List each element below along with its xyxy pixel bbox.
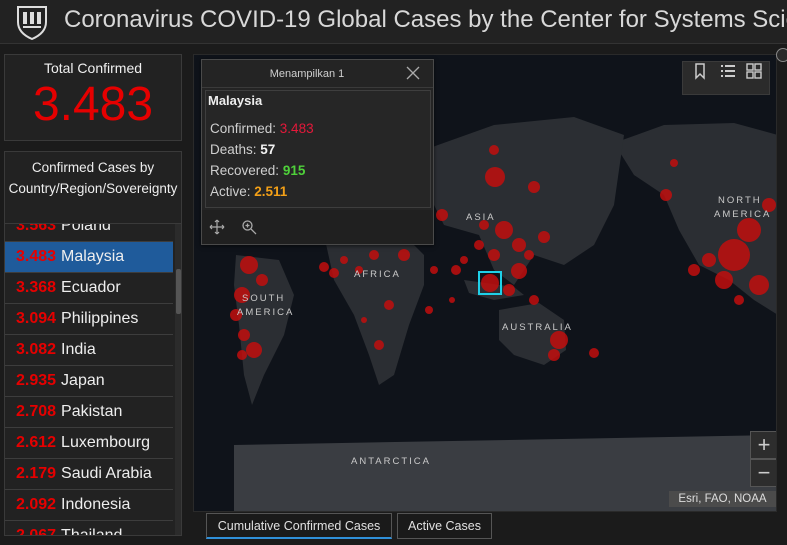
list-item[interactable]: 2.612 Luxembourg [5, 428, 173, 459]
list-item-value: 2.092 [16, 496, 57, 513]
total-confirmed-panel: Total Confirmed 3.483 [4, 54, 182, 141]
list-item[interactable]: 3.483 Malaysia [5, 242, 173, 273]
list-item-value: 2.612 [16, 434, 57, 451]
jhu-shield-logo [17, 6, 47, 40]
scrollbar-thumb[interactable] [176, 269, 181, 314]
popup-footer [202, 210, 433, 244]
list-item-country: Indonesia [61, 496, 131, 513]
map-label-africa: AFRICA [354, 269, 401, 280]
popup-recovered-label: Recovered: [210, 163, 280, 178]
list-item[interactable]: 3.082 India [5, 335, 173, 366]
map-attribution: Esri, FAO, NOAA [669, 491, 776, 507]
country-list-panel: 3.563 Poland 3.483 Malaysia 3.368 Ecuador 3… [4, 151, 182, 536]
list-item[interactable]: 2.092 Indonesia [5, 490, 173, 521]
popup-confirmed-value: 3.483 [279, 121, 314, 136]
popup-recovered-value: 915 [282, 163, 306, 178]
popup-deaths-row: Deaths: 57 [206, 139, 430, 160]
country-list-title: Confirmed Cases by Country/Region/Sovere… [5, 152, 181, 224]
list-item[interactable]: 3.368 Ecuador [5, 273, 173, 304]
popup-country-name: Malaysia [208, 93, 263, 108]
popup-confirmed-row: Confirmed: 3.483 [206, 118, 430, 139]
list-item-country: Japan [61, 372, 105, 389]
zoom-out-button[interactable]: − [750, 459, 776, 487]
list-item[interactable]: 2.935 Japan [5, 366, 173, 397]
map-label-antarctica: ANTARCTICA [351, 456, 431, 467]
list-item-country: India [61, 341, 96, 358]
popup-recovered-row: Recovered: 915 [206, 160, 430, 181]
list-item-country: Philippines [61, 310, 139, 327]
close-icon[interactable] [405, 65, 421, 81]
bookmark-icon[interactable] [691, 62, 709, 80]
list-item[interactable]: 2.179 Saudi Arabia [5, 459, 173, 490]
list-item-value: 2.935 [16, 372, 57, 389]
list-item-country: Malaysia [61, 248, 125, 265]
panel-close-icon[interactable] [776, 48, 787, 62]
map-label-australia: AUSTRALIA [502, 322, 573, 333]
list-item-value: 3.483 [16, 248, 57, 265]
popup-active-row: Active: 2.511 [206, 181, 430, 202]
map-label-north-america: AMERICA [714, 209, 772, 220]
map-toolbar [682, 61, 770, 95]
pan-move-icon[interactable] [209, 219, 225, 235]
list-item[interactable]: 2.708 Pakistan [5, 397, 173, 428]
list-item-value: 2.708 [16, 403, 57, 420]
popup-active-value: 2.511 [254, 184, 288, 199]
popup-deaths-value: 57 [260, 142, 276, 157]
list-item-value: 2.179 [16, 465, 57, 482]
map-label-south: SOUTH [242, 293, 286, 304]
legend-list-icon[interactable] [719, 62, 737, 80]
app-header: Coronavirus COVID-19 Global Cases by the… [0, 0, 787, 44]
map-label-south-america: AMERICA [237, 307, 295, 318]
tab-cumulative-confirmed-cases[interactable]: Cumulative Confirmed Cases [206, 513, 392, 539]
zoom-in-button[interactable]: + [750, 431, 776, 459]
list-item-value: 3.368 [16, 279, 57, 296]
list-item[interactable]: 3.094 Philippines [5, 304, 173, 335]
basemap-gallery-icon[interactable] [745, 62, 763, 80]
map-label-asia: ASIA [466, 212, 496, 223]
list-item[interactable]: 2.067 Thailand [5, 521, 173, 536]
popup-active-label: Active: [210, 184, 251, 199]
map-label-north: NORTH [718, 195, 762, 206]
country-list[interactable]: 3.563 Poland 3.483 Malaysia 3.368 Ecuador 3… [5, 211, 173, 536]
page-title: Coronavirus COVID-19 Global Cases by the… [64, 6, 787, 33]
list-item-value: 3.082 [16, 341, 57, 358]
total-confirmed-value: 3.483 [32, 78, 154, 131]
list-item-value: 3.094 [16, 310, 57, 327]
popup-deaths-label: Deaths: [210, 142, 257, 157]
list-item-country: Ecuador [61, 279, 121, 296]
tab-active-cases[interactable]: Active Cases [397, 513, 492, 539]
popup-confirmed-label: Confirmed: [210, 121, 277, 136]
list-item-country: Thailand [61, 527, 123, 536]
total-confirmed-label: Total Confirmed [43, 60, 143, 76]
list-item-value: 2.067 [16, 527, 57, 536]
list-item-country: Saudi Arabia [61, 465, 152, 482]
list-scrollbar[interactable] [175, 224, 181, 535]
list-item-country: Pakistan [61, 403, 123, 420]
list-item-country: Luxembourg [61, 434, 150, 451]
popup-header: Menampilkan 1 [202, 60, 433, 88]
popup-content: Malaysia Confirmed: 3.483 Deaths: 57 Rec… [205, 90, 431, 208]
popup-header-title: Menampilkan 1 [269, 68, 345, 80]
zoom-to-icon[interactable] [241, 219, 257, 235]
feature-popup: Menampilkan 1 Malaysia Confirmed: 3.483 … [201, 59, 434, 245]
